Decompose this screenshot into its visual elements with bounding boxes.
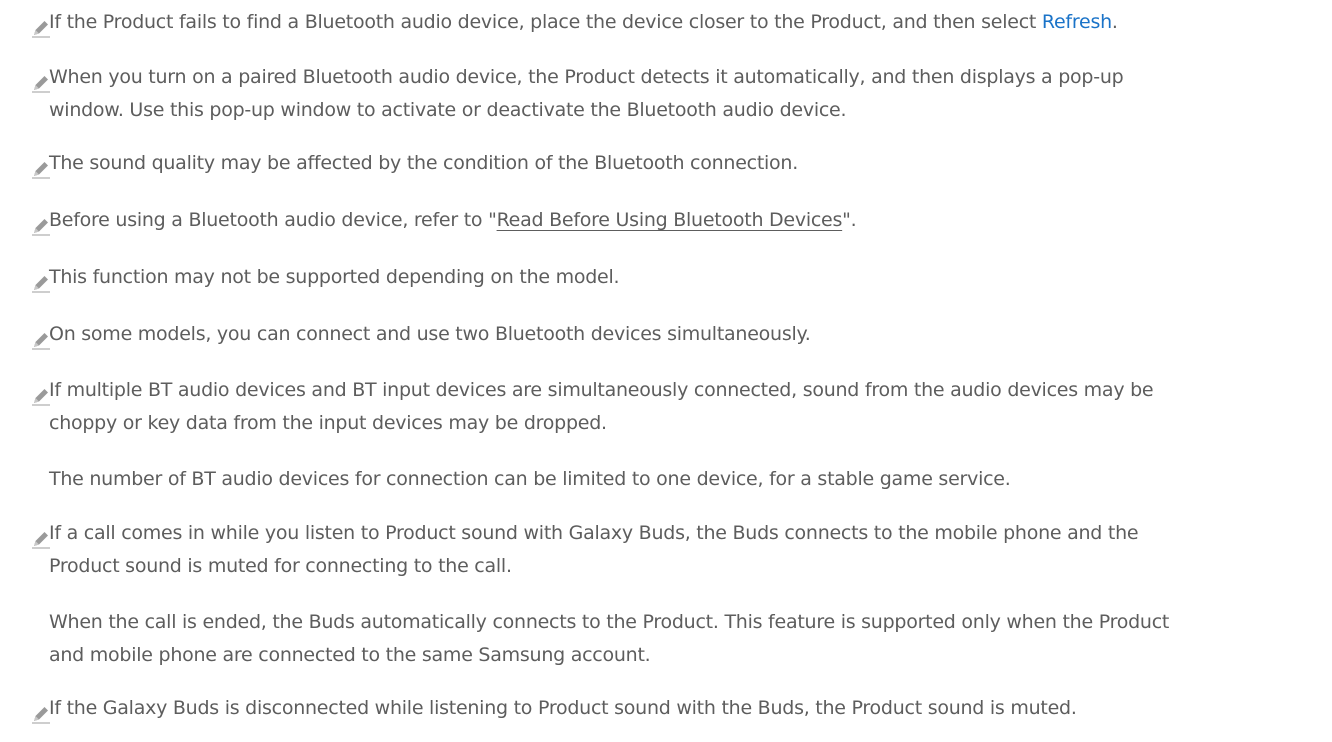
note-text-line-1: If a call comes in while you listen to P… xyxy=(49,522,1139,544)
note-text: The sound quality may be affected by the… xyxy=(49,152,799,174)
note-text-line-2: choppy or key data from the input device… xyxy=(49,412,607,434)
note-text: Before using a Bluetooth audio device, r… xyxy=(49,209,857,231)
note-text: If the Galaxy Buds is disconnected while… xyxy=(49,697,1077,719)
note-extra-text: The number of BT audio devices for conne… xyxy=(49,468,1011,490)
note-text: On some models, you can connect and use … xyxy=(49,323,811,345)
note-text-line-2: window. Use this pop-up window to activa… xyxy=(49,99,847,121)
note-text-line-1: If multiple BT audio devices and BT inpu… xyxy=(49,379,1154,401)
note-text-line-2: Product sound is muted for connecting to… xyxy=(49,555,512,577)
note-extra-text-line-2: and mobile phone are connected to the sa… xyxy=(49,644,651,666)
note-extra-text-line-1: When the call is ended, the Buds automat… xyxy=(49,611,1170,633)
read-before-using-bluetooth-link[interactable]: Read Before Using Bluetooth Devices xyxy=(497,209,843,231)
note-text-line-1: When you turn on a paired Bluetooth audi… xyxy=(49,66,1124,88)
refresh-link[interactable]: Refresh xyxy=(1042,11,1112,33)
note-text: If the Product fails to find a Bluetooth… xyxy=(49,11,1118,33)
note-text: This function may not be supported depen… xyxy=(49,266,620,288)
